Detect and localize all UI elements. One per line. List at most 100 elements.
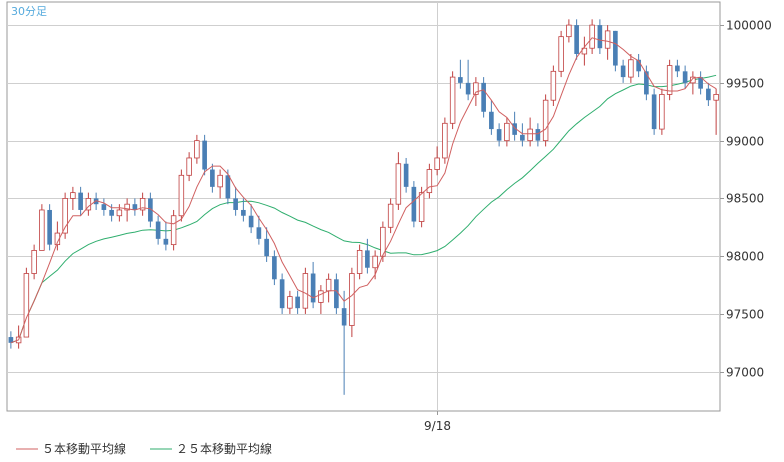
candle-body — [272, 256, 277, 280]
candle — [279, 273, 285, 314]
candle-body — [241, 209, 246, 216]
candle — [202, 134, 207, 176]
candle-body — [202, 140, 207, 170]
candle-body — [295, 296, 300, 309]
candle-body — [465, 82, 471, 95]
candle-body — [78, 192, 83, 210]
candle-body — [706, 88, 711, 101]
candle-body — [550, 70, 557, 101]
candle-body — [31, 250, 37, 274]
candle-body — [613, 30, 618, 66]
candle-body — [589, 24, 595, 49]
candle-body — [233, 198, 238, 210]
legend-label-ma5: ５本移動平均線 — [42, 441, 126, 456]
candle-body — [682, 71, 688, 83]
tick-label-y: 97000 — [726, 366, 764, 380]
candle-body — [178, 174, 185, 217]
candle-body — [666, 65, 673, 95]
candle — [62, 192, 68, 239]
candle-body — [496, 129, 502, 141]
candle-body — [628, 59, 634, 78]
tick-label-y: 99500 — [726, 77, 764, 91]
candle — [302, 267, 309, 314]
candle — [449, 71, 456, 130]
candle-body — [47, 209, 52, 245]
candle — [39, 204, 45, 251]
candle-body — [279, 279, 285, 309]
tick-label-y: 100000 — [726, 19, 772, 33]
candle-body — [713, 94, 719, 101]
candle-body — [442, 122, 448, 159]
candle-body — [170, 215, 177, 246]
candle-body — [520, 134, 525, 141]
candle-body — [620, 65, 626, 78]
candle-body — [318, 290, 324, 303]
candle-body — [356, 250, 363, 274]
candle-body — [418, 192, 425, 222]
candle — [47, 204, 52, 251]
candle-body — [287, 296, 293, 309]
candle-body — [109, 209, 114, 216]
candle-body — [163, 238, 169, 245]
candle-body — [116, 209, 123, 217]
candle-body — [597, 25, 603, 49]
tick-label-x: 9/18 — [424, 419, 451, 433]
candle-body — [225, 175, 231, 199]
candle-body — [574, 25, 579, 54]
candle-body — [387, 203, 394, 228]
tick-label-y: 97500 — [726, 308, 764, 322]
candle-body — [675, 65, 680, 72]
candle-body — [325, 278, 332, 292]
candle-body — [194, 140, 200, 159]
candle-body — [39, 209, 45, 251]
tick-label-y: 98000 — [726, 250, 764, 264]
candle — [574, 19, 579, 60]
candle — [170, 209, 177, 251]
candle-body — [411, 186, 417, 222]
candle-body — [256, 227, 262, 239]
candle-body — [426, 169, 433, 194]
candle-body — [644, 71, 649, 95]
candle-body — [481, 82, 486, 112]
candle-body — [372, 255, 378, 269]
candle — [558, 30, 564, 78]
candle-body — [434, 157, 440, 170]
candle-body — [186, 157, 192, 176]
candle-body — [155, 221, 161, 239]
candle-body — [341, 308, 347, 326]
candle-body — [535, 129, 541, 141]
candle-body — [365, 250, 370, 268]
candle — [542, 94, 549, 147]
candle-body — [23, 273, 30, 338]
candle-body — [449, 76, 456, 124]
tick-label-y: 99000 — [726, 135, 764, 149]
candle-body — [504, 122, 510, 142]
candle-body — [458, 77, 463, 83]
candle — [442, 117, 448, 164]
candle — [411, 181, 417, 228]
legend-label-ma25: ２５本移動平均線 — [176, 441, 272, 456]
candle-body — [542, 99, 549, 142]
interval-label: 30分足 — [11, 5, 47, 18]
candle-body — [302, 273, 309, 309]
candle-body — [566, 24, 572, 38]
candle-body — [248, 215, 254, 228]
candle-body — [101, 204, 107, 210]
candle-body — [651, 94, 657, 130]
chart-container: 97000 97500 98000 98500 99000 99500 100000 9/18… — [0, 0, 784, 462]
candle-body — [210, 169, 215, 187]
candle-body — [70, 192, 76, 199]
candle-body — [558, 36, 564, 72]
candle-body — [349, 273, 355, 326]
candle-body — [217, 174, 223, 188]
candle — [178, 169, 185, 222]
candle — [659, 88, 665, 135]
candle — [666, 59, 673, 101]
candle — [550, 65, 557, 106]
tick-label-y: 98500 — [726, 192, 764, 206]
candle-body — [264, 238, 269, 257]
candle-body — [489, 111, 494, 130]
candle-body — [604, 30, 611, 49]
candlestick-chart: 97000 97500 98000 98500 99000 99500 100000 9/18… — [6, 1, 772, 456]
candle — [651, 88, 657, 135]
